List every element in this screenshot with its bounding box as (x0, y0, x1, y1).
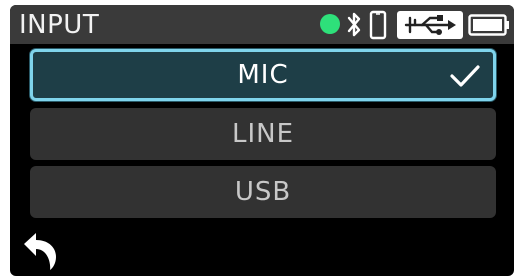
option-mic[interactable]: MIC (30, 49, 496, 101)
phone-icon (369, 10, 387, 40)
option-line[interactable]: LINE (30, 108, 496, 160)
bluetooth-icon (347, 12, 361, 37)
status-dot-icon (320, 14, 340, 34)
back-arrow-icon[interactable] (20, 230, 62, 272)
screen: INPUT MIC LINE USB (10, 5, 514, 276)
usb-icon (397, 11, 463, 39)
option-usb[interactable]: USB (30, 166, 496, 218)
status-icons (10, 5, 514, 44)
option-label: LINE (231, 119, 295, 149)
battery-icon (468, 14, 509, 36)
header-bar: INPUT (10, 5, 514, 44)
option-label: USB (234, 177, 292, 207)
checkmark-icon (450, 65, 480, 87)
option-label: MIC (237, 60, 289, 90)
